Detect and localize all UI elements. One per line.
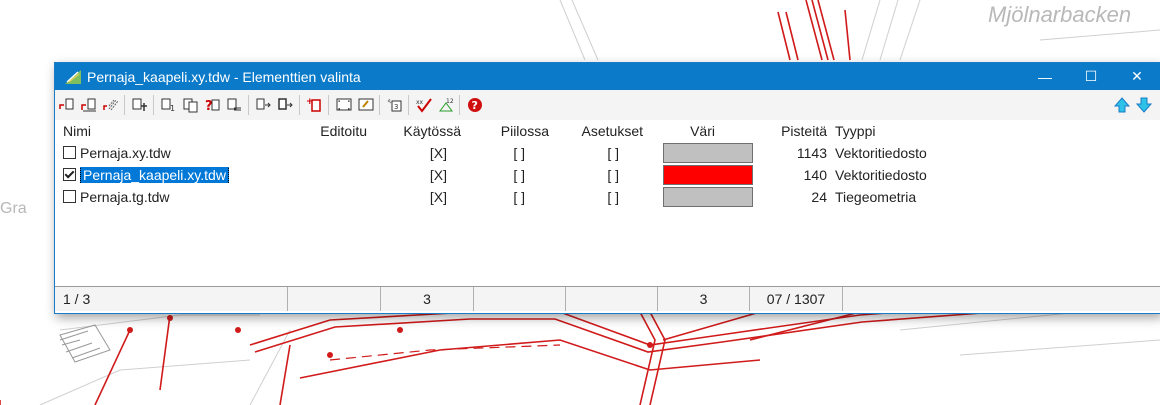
col-header-in-use[interactable]: Käytössä: [375, 123, 465, 139]
pattern-icon[interactable]: [100, 94, 121, 116]
row-points: 24: [811, 189, 827, 205]
status-bar: 1 / 3 3 3 07 / 1307: [55, 286, 1160, 311]
status-settings-count: [566, 287, 658, 311]
minimize-button[interactable]: —: [1022, 63, 1068, 90]
select-query-icon[interactable]: ?: [202, 94, 223, 116]
row-checkbox[interactable]: [63, 190, 76, 203]
row-settings-toggle[interactable]: [ ]: [555, 189, 649, 205]
row-type: Vektoritiedosto: [835, 145, 927, 161]
row-settings-toggle[interactable]: [ ]: [555, 145, 649, 161]
row-settings-toggle[interactable]: [ ]: [555, 167, 649, 183]
row-checkbox-checked[interactable]: [63, 168, 76, 181]
row-name[interactable]: Pernaja.tg.tdw: [80, 189, 170, 205]
close-button[interactable]: ✕: [1114, 63, 1160, 90]
status-points-total: 07 / 1307: [750, 287, 843, 311]
table-header: Nimi Editoitu Käytössä Piilossa Asetukse…: [55, 120, 1160, 142]
delete-select-icon[interactable]: xx: [413, 94, 434, 116]
svg-text:?: ?: [471, 99, 477, 112]
col-header-name[interactable]: Nimi: [55, 123, 278, 139]
up-arrow-icon[interactable]: [1111, 94, 1132, 116]
svg-text:12: 12: [446, 98, 454, 105]
down-arrow-icon[interactable]: [1133, 94, 1154, 116]
row-color-swatch[interactable]: [663, 187, 753, 207]
col-header-hidden[interactable]: Piilossa: [465, 123, 555, 139]
col-header-color[interactable]: Väri: [649, 123, 739, 139]
title-bar[interactable]: Pernaja_kaapeli.xy.tdw - Elementtien val…: [55, 63, 1160, 90]
row-hidden-toggle[interactable]: [ ]: [465, 189, 555, 205]
row-checkbox[interactable]: [63, 146, 76, 159]
svg-text:1: 1: [170, 104, 175, 113]
status-type: [843, 287, 1160, 311]
new-element-icon[interactable]: [56, 94, 77, 116]
status-position: 1 / 3: [55, 287, 288, 311]
row-in-use-toggle[interactable]: [X]: [375, 189, 465, 205]
col-header-settings[interactable]: Asetukset: [555, 123, 649, 139]
view-icon[interactable]: [355, 94, 376, 116]
move-up-icon[interactable]: [253, 94, 274, 116]
status-hidden-count: [474, 287, 566, 311]
row-type: Vektoritiedosto: [835, 167, 927, 183]
help-icon[interactable]: ?: [464, 94, 485, 116]
element-table: Nimi Editoitu Käytössä Piilossa Asetukse…: [55, 120, 1160, 208]
row-hidden-toggle[interactable]: [ ]: [465, 145, 555, 161]
row-in-use-toggle[interactable]: [X]: [375, 167, 465, 183]
row-color-swatch[interactable]: [663, 143, 753, 163]
row-points: 140: [803, 167, 827, 183]
row-points: 1143: [796, 145, 827, 161]
move-down-icon[interactable]: [275, 94, 296, 116]
select-copy-icon[interactable]: [224, 94, 245, 116]
element-selection-window: Pernaja_kaapeli.xy.tdw - Elementtien val…: [54, 62, 1160, 314]
new-element-alt-icon[interactable]: [78, 94, 99, 116]
row-name[interactable]: Pernaja_kaapeli.xy.tdw: [80, 167, 229, 183]
status-in-use-count: 3: [381, 287, 474, 311]
row-type: Tiegeometria: [835, 189, 917, 205]
table-row-selected[interactable]: Pernaja_kaapeli.xy.tdw [X] [ ] [ ] 140 V…: [55, 164, 1160, 186]
coordinate-icon[interactable]: 12: [435, 94, 456, 116]
window-title: Pernaja_kaapeli.xy.tdw - Elementtien val…: [87, 68, 361, 85]
sort-icon[interactable]: 3: [384, 94, 405, 116]
col-header-edited[interactable]: Editoitu: [278, 123, 375, 139]
col-header-points[interactable]: Pisteitä: [739, 123, 833, 139]
map-place-label: Mjölnarbacken: [988, 2, 1132, 27]
new-doc-icon[interactable]: +: [304, 94, 325, 116]
col-header-type[interactable]: Tyyppi: [833, 123, 1153, 139]
row-hidden-toggle[interactable]: [ ]: [465, 167, 555, 183]
table-row[interactable]: Pernaja.tg.tdw [X] [ ] [ ] 24 Tiegeometr…: [55, 186, 1160, 208]
select-one-icon[interactable]: 1: [158, 94, 179, 116]
row-in-use-toggle[interactable]: [X]: [375, 145, 465, 161]
map-place-label-partial: Gra: [0, 200, 27, 217]
zoom-extent-icon[interactable]: [333, 94, 354, 116]
select-add-icon[interactable]: [129, 94, 150, 116]
app-map-icon: [65, 69, 81, 84]
status-color-count: 3: [658, 287, 750, 311]
maximize-button[interactable]: ☐: [1068, 63, 1114, 90]
select-all-icon[interactable]: [180, 94, 201, 116]
svg-text:3: 3: [394, 103, 398, 111]
toolbar: 1 ? + 3 xx 12 ?: [55, 90, 1160, 121]
svg-text:xx: xx: [416, 99, 424, 106]
row-color-swatch[interactable]: [663, 165, 753, 185]
table-row[interactable]: Pernaja.xy.tdw [X] [ ] [ ] 1143 Vektorit…: [55, 142, 1160, 164]
svg-text:?: ?: [205, 99, 213, 113]
status-edited: [288, 287, 381, 311]
row-name[interactable]: Pernaja.xy.tdw: [80, 145, 171, 161]
